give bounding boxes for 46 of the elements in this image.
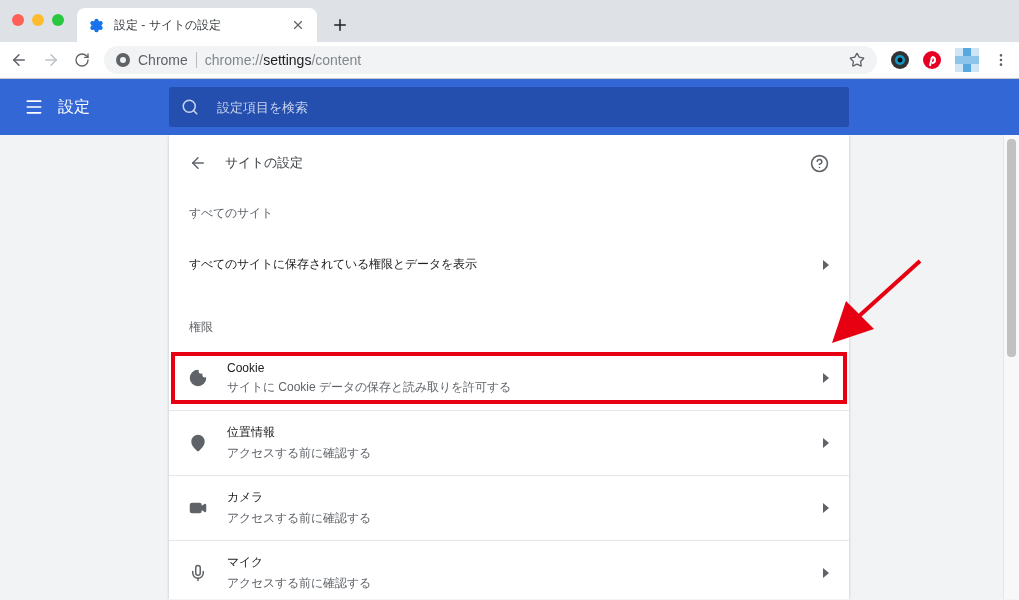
item-description: アクセスする前に確認する: [227, 445, 372, 462]
page-title: サイトの設定: [225, 154, 304, 172]
pin-logo-icon[interactable]: [923, 51, 941, 69]
site-label: Chrome: [138, 52, 197, 68]
item-label: Cookie: [227, 360, 266, 375]
permission-row[interactable]: Cookie サイトに Cookie データの保存と読み取りを許可する: [169, 350, 849, 406]
permission-row[interactable]: カメラ アクセスする前に確認する: [169, 475, 849, 540]
caret-icon: [823, 373, 829, 383]
item-description: アクセスする前に確認する: [227, 575, 372, 592]
address-bar[interactable]: Chrome chrome://settings/content: [104, 46, 877, 74]
list-link[interactable]: すべてのサイトに保存されている権限とデータを表示: [169, 232, 849, 297]
url-text: chrome://settings/content: [204, 52, 363, 68]
microphone-icon: [189, 564, 207, 582]
browser-tab[interactable]: 設定 - サイトの設定: [77, 8, 317, 42]
header-title: 設定: [58, 96, 90, 117]
cookie-icon: [189, 369, 207, 387]
permission-row[interactable]: マイク アクセスする前に確認する: [169, 540, 849, 599]
close-icon[interactable]: [291, 18, 305, 32]
star-icon[interactable]: [849, 52, 865, 68]
item-label: すべてのサイトに保存されている権限とデータを表示: [189, 256, 478, 273]
caret-icon: [823, 503, 829, 513]
item-description: アクセスする前に確認する: [227, 510, 372, 527]
section-heading: 権限: [188, 319, 214, 336]
settings-icon: [89, 17, 104, 33]
item-label: 位置情報: [227, 424, 276, 441]
map-pin-icon: [189, 434, 207, 452]
menu-icon[interactable]: [24, 97, 44, 117]
new-tab-icon[interactable]: [331, 16, 349, 34]
item-description: サイトに Cookie データの保存と読み取りを許可する: [227, 378, 513, 396]
caret-icon: [823, 568, 829, 578]
help-icon[interactable]: [810, 153, 829, 173]
camera-lens-icon[interactable]: [891, 51, 909, 69]
caret-icon: [823, 259, 829, 270]
back-icon[interactable]: [189, 154, 207, 172]
permission-row[interactable]: 位置情報 アクセスする前に確認する: [169, 410, 849, 475]
section-heading: すべてのサイト: [188, 205, 274, 222]
tab-title: 設定 - サイトの設定: [114, 16, 222, 34]
globe-icon: [116, 53, 130, 67]
search-field[interactable]: 設定項目を検索: [169, 87, 849, 127]
item-label: マイク: [227, 554, 264, 571]
scrollbar[interactable]: [1003, 135, 1019, 599]
reload-icon[interactable]: [74, 52, 90, 68]
search-icon: [181, 98, 199, 116]
caret-icon: [823, 438, 829, 448]
back-icon[interactable]: [10, 51, 28, 69]
item-label: カメラ: [227, 489, 264, 506]
